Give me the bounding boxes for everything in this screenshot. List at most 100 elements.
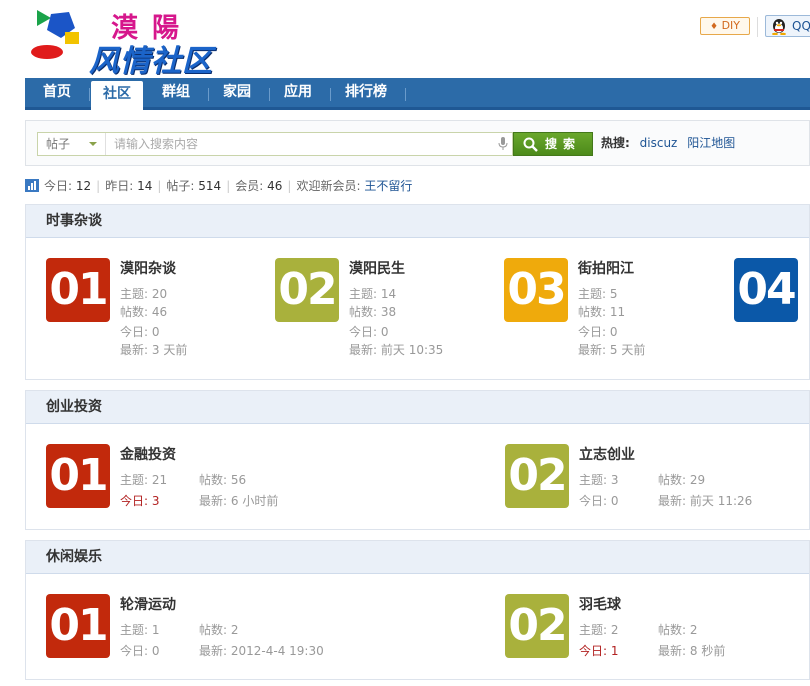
- forum-card: 04: [734, 258, 810, 328]
- forum-today: 今日: 3: [120, 494, 160, 508]
- nav-item-ranking[interactable]: 排行榜: [334, 78, 398, 107]
- forum-topics: 主题: 14: [349, 287, 397, 301]
- forum-topics: 主题: 2: [579, 623, 619, 637]
- forum-posts: 帖数: 46: [120, 305, 168, 319]
- diy-label: DIY: [721, 19, 740, 32]
- forum-card: 01 漠阳杂谈 主题: 20 帖数: 46 今日: 0 最新: 3 天前: [46, 258, 266, 368]
- stat-today-value: 12: [75, 179, 92, 193]
- nav-divider: [405, 88, 406, 101]
- forum-title[interactable]: 漠阳民生: [349, 258, 405, 278]
- bar-chart-icon: [25, 179, 39, 192]
- category-title[interactable]: 休闲娱乐: [26, 541, 809, 574]
- qq-label: QQ: [792, 19, 810, 33]
- forum-latest[interactable]: 最新: 3 天前: [120, 340, 187, 360]
- forum-topics: 主题: 3: [579, 473, 619, 487]
- diy-button[interactable]: ♦ DIY: [700, 17, 750, 35]
- forum-today: 今日: 0: [578, 325, 618, 339]
- forum-latest[interactable]: 最新: 前天 10:35: [349, 340, 443, 360]
- forum-number-badge[interactable]: 01: [46, 444, 110, 508]
- forum-latest[interactable]: 最新: 前天 11:26: [658, 491, 752, 511]
- forum-stats: 今日: 12 | 昨日: 14 | 帖子: 514 | 会员: 46 | 欢迎新会员: 王不留行: [25, 177, 412, 195]
- forum-number-badge[interactable]: 02: [275, 258, 339, 322]
- forum-latest[interactable]: 最新: 6 小时前: [199, 491, 278, 511]
- category-section: 休闲娱乐 01 轮滑运动 主题: 1 帖数: 2 今日: 0 最新: 2012-…: [25, 540, 810, 680]
- main-nav: 首页 社区 群组 家园 应用 排行榜: [25, 78, 810, 110]
- forum-title[interactable]: 漠阳杂谈: [120, 258, 176, 278]
- forum-today: 今日: 1: [579, 644, 619, 658]
- forum-latest[interactable]: 最新: 2012-4-4 19:30: [199, 641, 324, 661]
- forum-number-badge[interactable]: 04: [734, 258, 798, 322]
- stat-members-label: 会员:: [235, 179, 264, 193]
- hot-search-link[interactable]: discuz: [640, 136, 678, 150]
- nav-item-home-space[interactable]: 家园: [211, 78, 263, 107]
- forum-today: 今日: 0: [349, 325, 389, 339]
- forum-card: 02 漠阳民生 主题: 14 帖数: 38 今日: 0 最新: 前天 10:35: [275, 258, 495, 368]
- search-type-select[interactable]: 帖子: [38, 133, 106, 155]
- category-title[interactable]: 创业投资: [26, 391, 809, 424]
- forum-latest[interactable]: 最新: 8 秒前: [658, 641, 725, 661]
- nav-item-home[interactable]: 首页: [31, 78, 83, 107]
- forum-today: 今日: 0: [120, 644, 160, 658]
- search-bar: 帖子 搜索 热搜: discuz 阳江地图: [25, 120, 810, 166]
- category-title[interactable]: 时事杂谈: [26, 205, 809, 238]
- forum-number-badge[interactable]: 01: [46, 594, 110, 658]
- search-box: 帖子: [37, 132, 513, 156]
- forum-today: 今日: 0: [120, 325, 160, 339]
- nav-divider: [208, 88, 209, 101]
- forum-title[interactable]: 金融投资: [120, 444, 176, 464]
- forum-number-badge[interactable]: 02: [505, 594, 569, 658]
- search-icon: [523, 137, 538, 152]
- search-type-value: 帖子: [46, 137, 71, 151]
- forum-title[interactable]: 街拍阳江: [578, 258, 634, 278]
- forum-topics: 主题: 5: [578, 287, 618, 301]
- forum-posts: 帖数: 38: [349, 305, 397, 319]
- forum-topics: 主题: 20: [120, 287, 168, 301]
- forum-posts: 帖数: 2: [199, 623, 239, 637]
- forum-posts: 帖数: 29: [658, 473, 706, 487]
- nav-item-apps[interactable]: 应用: [272, 78, 324, 107]
- site-logo[interactable]: 漠陽 风情社区: [25, 6, 225, 79]
- stat-today-label: 今日:: [44, 179, 73, 193]
- forum-title[interactable]: 立志创业: [579, 444, 635, 464]
- stat-members-value: 46: [267, 179, 283, 193]
- nav-item-groups[interactable]: 群组: [150, 78, 202, 107]
- forum-card: 01 金融投资 主题: 21 帖数: 56 今日: 3 最新: 6 小时前: [46, 444, 486, 514]
- search-button[interactable]: 搜索: [513, 132, 593, 156]
- forum-posts: 帖数: 56: [199, 473, 247, 487]
- forum-number-badge[interactable]: 02: [505, 444, 569, 508]
- nav-divider: [89, 88, 90, 101]
- nav-divider: [330, 88, 331, 101]
- forum-topics: 主题: 1: [120, 623, 160, 637]
- newest-member-link[interactable]: 王不留行: [364, 179, 412, 193]
- qq-login-button[interactable]: QQ: [765, 15, 810, 37]
- forum-today: 今日: 0: [579, 494, 619, 508]
- nav-item-community[interactable]: 社区: [91, 81, 143, 110]
- forum-posts: 帖数: 11: [578, 305, 626, 319]
- nav-divider: [269, 88, 270, 101]
- hot-search-label: 热搜:: [601, 136, 630, 150]
- search-button-label: 搜索: [544, 137, 581, 151]
- forum-card: 02 立志创业 主题: 3 帖数: 29 今日: 0 最新: 前天 11:26: [505, 444, 805, 514]
- forum-title[interactable]: 羽毛球: [579, 594, 621, 614]
- category-section: 时事杂谈 01 漠阳杂谈 主题: 20 帖数: 46 今日: 0 最新: 3 天…: [25, 204, 810, 380]
- site-header: 漠陽 风情社区 ♦ DIY QQ: [0, 0, 810, 79]
- stat-welcome-label: 欢迎新会员:: [296, 179, 361, 193]
- diy-arrow-icon: ♦: [709, 22, 719, 32]
- forum-title[interactable]: 轮滑运动: [120, 594, 176, 614]
- stat-posts-value: 514: [198, 179, 222, 193]
- search-input[interactable]: [108, 133, 488, 155]
- forum-number-badge[interactable]: 01: [46, 258, 110, 322]
- logo-title-bottom: 风情社区: [89, 44, 213, 79]
- forum-topics: 主题: 21: [120, 473, 168, 487]
- microphone-icon[interactable]: [498, 137, 508, 151]
- hot-search-link[interactable]: 阳江地图: [687, 136, 735, 150]
- stat-posts-label: 帖子:: [166, 179, 195, 193]
- hot-searches: 热搜: discuz 阳江地图: [601, 121, 735, 167]
- forum-card: 03 街拍阳江 主题: 5 帖数: 11 今日: 0 最新: 5 天前: [504, 258, 724, 368]
- forum-latest[interactable]: 最新: 5 天前: [578, 340, 645, 360]
- qq-penguin-icon: [772, 19, 786, 35]
- chevron-down-icon: [89, 142, 97, 146]
- forum-posts: 帖数: 2: [658, 623, 698, 637]
- logo-shapes-icon: [31, 10, 79, 59]
- forum-number-badge[interactable]: 03: [504, 258, 568, 322]
